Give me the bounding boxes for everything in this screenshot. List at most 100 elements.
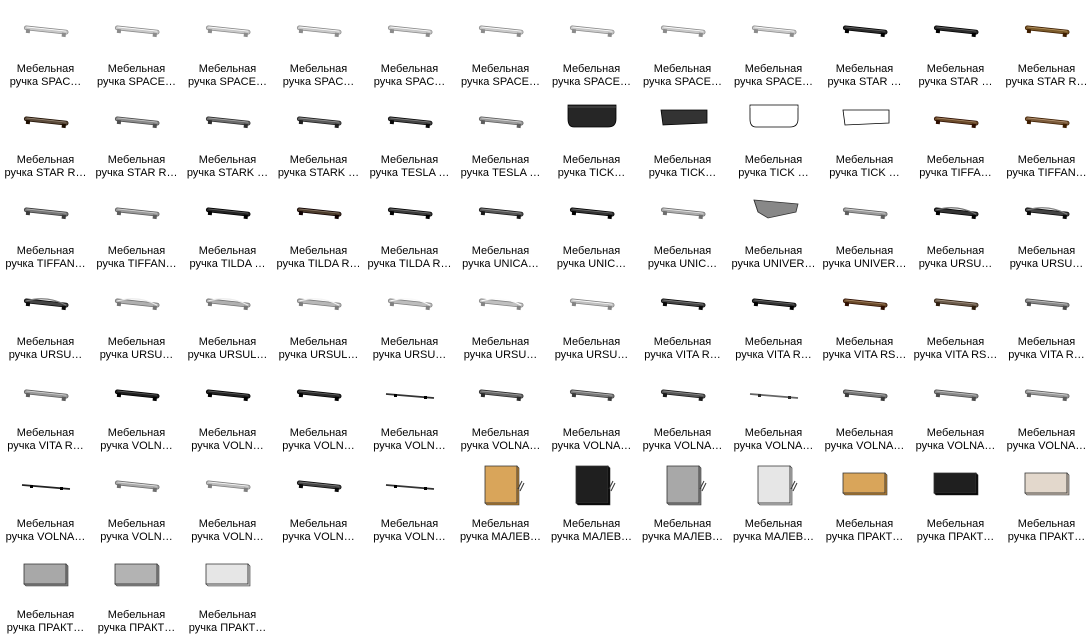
handle-bar-icon [273, 188, 364, 243]
file-item[interactable]: Мебельная ручка VOLNA… [0, 461, 91, 552]
file-item[interactable]: Мебельная ручка TILDA R… [364, 188, 455, 279]
file-item[interactable]: Мебельная ручка URSU… [455, 279, 546, 370]
file-item[interactable]: Мебельная ручка SPAC… [0, 6, 91, 97]
file-item[interactable]: Мебельная ручка STAR … [910, 6, 1001, 97]
file-name-line2: ручка TIFFAN… [5, 258, 86, 270]
handle-bar-icon [910, 97, 1001, 152]
file-item[interactable]: Мебельная ручка SPACE… [455, 6, 546, 97]
file-item[interactable]: Мебельная ручка VOLNA… [910, 370, 1001, 461]
file-item[interactable]: Мебельная ручка URSU… [1001, 188, 1092, 279]
file-item[interactable]: Мебельная ручка VOLN… [91, 370, 182, 461]
handle-bar-icon [364, 97, 455, 152]
panel-wide-icon [182, 552, 273, 607]
file-item[interactable]: Мебельная ручка SPACE… [637, 6, 728, 97]
file-name-label: Мебельная ручка SPAC… [273, 63, 364, 89]
file-thumbnail-grid: Мебельная ручка SPAC… Мебельная ручка SPACE… [0, 0, 1092, 641]
file-item[interactable]: Мебельная ручка VOLN… [364, 461, 455, 552]
file-name-line2: ручка SPAC… [373, 76, 446, 88]
file-item[interactable]: Мебельная ручка TIFFAN… [91, 188, 182, 279]
file-item[interactable]: Мебельная ручка TICK … [728, 97, 819, 188]
file-item[interactable]: Мебельная ручка URSU… [0, 279, 91, 370]
file-item[interactable]: Мебельная ручка SPAC… [364, 6, 455, 97]
file-item[interactable]: Мебельная ручка TICK… [637, 97, 728, 188]
file-item[interactable]: Мебельная ручка VOLN… [273, 461, 364, 552]
file-item[interactable]: Мебельная ручка STAR … [819, 6, 910, 97]
file-item[interactable]: Мебельная ручка VITA R… [0, 370, 91, 461]
file-item[interactable]: Мебельная ручка VITA RS… [819, 279, 910, 370]
file-item[interactable]: Мебельная ручка МАЛЕВ… [455, 461, 546, 552]
file-name-label: Мебельная ручка URSUL… [273, 336, 364, 362]
file-item[interactable]: Мебельная ручка UNIVER… [728, 188, 819, 279]
file-item[interactable]: Мебельная ручка TICK … [819, 97, 910, 188]
file-item[interactable]: Мебельная ручка TESLA … [364, 97, 455, 188]
file-name-line1: Мебельная [16, 336, 75, 348]
file-item[interactable]: Мебельная ручка TILDA … [182, 188, 273, 279]
file-item[interactable]: Мебельная ручка ПРАКТ… [910, 461, 1001, 552]
file-item[interactable]: Мебельная ручка МАЛЕВ… [637, 461, 728, 552]
file-item[interactable]: Мебельная ручка STAR R… [1001, 6, 1092, 97]
file-item[interactable]: Мебельная ручка TILDA R… [273, 188, 364, 279]
file-item[interactable]: Мебельная ручка VOLN… [364, 370, 455, 461]
file-item[interactable]: Мебельная ручка VOLN… [182, 370, 273, 461]
file-item[interactable]: Мебельная ручка SPACE… [546, 6, 637, 97]
file-item[interactable]: Мебельная ручка UNICA… [455, 188, 546, 279]
file-name-line2: ручка TIFFAN… [1006, 167, 1087, 179]
file-item[interactable]: Мебельная ручка VITA R… [1001, 279, 1092, 370]
file-item[interactable]: Мебельная ручка МАЛЕВ… [728, 461, 819, 552]
file-item[interactable]: Мебельная ручка STARK … [273, 97, 364, 188]
file-item[interactable]: Мебельная ручка ПРАКТ… [182, 552, 273, 643]
file-item[interactable]: Мебельная ручка SPACE… [728, 6, 819, 97]
file-item[interactable]: Мебельная ручка SPACE… [91, 6, 182, 97]
file-item[interactable]: Мебельная ручка VITA R… [637, 279, 728, 370]
file-name-label: Мебельная ручка SPAC… [0, 63, 91, 89]
file-item[interactable]: Мебельная ручка URSU… [546, 279, 637, 370]
file-name-label: Мебельная ручка SPACE… [637, 63, 728, 89]
file-item[interactable]: Мебельная ручка TIFFAN… [1001, 97, 1092, 188]
file-name-line1: Мебельная [562, 154, 621, 166]
file-name-line2: ручка SPACE… [461, 76, 540, 88]
file-item[interactable]: Мебельная ручка TIFFA… [910, 97, 1001, 188]
file-item[interactable]: Мебельная ручка VOLN… [91, 461, 182, 552]
file-name-line1: Мебельная [380, 154, 439, 166]
file-item[interactable]: Мебельная ручка VITA R… [728, 279, 819, 370]
file-item[interactable]: Мебельная ручка URSU… [364, 279, 455, 370]
handle-flat-icon [819, 97, 910, 152]
file-name-line2: ручка URSU… [463, 349, 538, 361]
handle-bar-icon [0, 97, 91, 152]
file-item[interactable]: Мебельная ручка ПРАКТ… [819, 461, 910, 552]
file-item[interactable]: Мебельная ручка VOLNA… [819, 370, 910, 461]
file-item[interactable]: Мебельная ручка VOLNA… [728, 370, 819, 461]
file-item[interactable]: Мебельная ручка UNIVER… [819, 188, 910, 279]
file-item[interactable]: Мебельная ручка VOLN… [273, 370, 364, 461]
file-item[interactable]: Мебельная ручка URSU… [91, 279, 182, 370]
file-item[interactable]: Мебельная ручка VOLNA… [546, 370, 637, 461]
file-name-line2: ручка VITA RS… [822, 349, 907, 361]
file-item[interactable]: Мебельная ручка TESLA … [455, 97, 546, 188]
file-item[interactable]: Мебельная ручка STAR R… [91, 97, 182, 188]
file-item[interactable]: Мебельная ручка VITA RS… [910, 279, 1001, 370]
file-item[interactable]: Мебельная ручка URSUL… [273, 279, 364, 370]
file-item[interactable]: Мебельная ручка STARK … [182, 97, 273, 188]
file-item[interactable]: Мебельная ручка SPAC… [273, 6, 364, 97]
file-item[interactable]: Мебельная ручка ПРАКТ… [91, 552, 182, 643]
file-item[interactable]: Мебельная ручка UNIC… [546, 188, 637, 279]
file-item[interactable]: Мебельная ручка VOLN… [182, 461, 273, 552]
file-item[interactable]: Мебельная ручка UNIC… [637, 188, 728, 279]
file-item[interactable]: Мебельная ручка ПРАКТ… [0, 552, 91, 643]
file-item[interactable]: Мебельная ручка VOLNA… [455, 370, 546, 461]
file-item[interactable]: Мебельная ручка URSUL… [182, 279, 273, 370]
handle-bar-icon [910, 370, 1001, 425]
file-item[interactable]: Мебельная ручка TIFFAN… [0, 188, 91, 279]
file-item[interactable]: Мебельная ручка SPACE… [182, 6, 273, 97]
file-name-line2: ручка UNIVER… [731, 258, 816, 270]
file-item[interactable]: Мебельная ручка TICK… [546, 97, 637, 188]
file-item[interactable]: Мебельная ручка VOLNA… [637, 370, 728, 461]
file-item[interactable]: Мебельная ручка URSU… [910, 188, 1001, 279]
file-name-line1: Мебельная [835, 245, 894, 257]
file-name-line1: Мебельная [471, 63, 530, 75]
file-name-label: Мебельная ручка VOLNA… [1001, 427, 1092, 453]
file-item[interactable]: Мебельная ручка ПРАКТ… [1001, 461, 1092, 552]
file-item[interactable]: Мебельная ручка МАЛЕВ… [546, 461, 637, 552]
file-item[interactable]: Мебельная ручка STAR R… [0, 97, 91, 188]
file-item[interactable]: Мебельная ручка VOLNA… [1001, 370, 1092, 461]
